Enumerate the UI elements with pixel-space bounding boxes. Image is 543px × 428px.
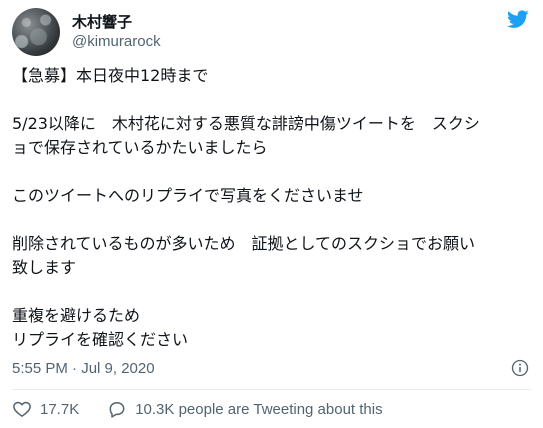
like-button[interactable]: 17.7K <box>12 399 79 419</box>
tweet-text: 【急募】本日夜中12時まで 5/23以降に 木村花に対する悪質な誹謗中傷ツイート… <box>12 64 530 352</box>
tweet-card: 木村響子 @kimurarock 【急募】本日夜中12時まで 5/23以降に 木… <box>0 0 543 428</box>
tweet-actions: 17.7K 10.3K people are Tweeting about th… <box>12 398 531 420</box>
speech-bubble-icon <box>109 402 125 418</box>
tweet-line: ョで保存されているかたいましたら <box>12 138 268 157</box>
tweeting-about-text: 10.3K people are Tweeting about this <box>135 400 383 418</box>
tweet-line: リプライを確認ください <box>12 330 189 349</box>
twitter-bird-icon[interactable] <box>505 8 531 30</box>
tweet-line: 【急募】本日夜中12時まで <box>12 66 209 85</box>
author-display-name[interactable]: 木村響子 <box>72 12 161 32</box>
avatar[interactable] <box>12 8 60 56</box>
tweet-line: このツイートへのリプライで写真をくださいませ <box>12 186 364 205</box>
tweet-meta: 5:55 PM · Jul 9, 2020 <box>12 358 531 380</box>
info-circle-icon[interactable] <box>511 359 529 377</box>
reply-button[interactable]: 10.3K people are Tweeting about this <box>107 399 383 419</box>
divider <box>12 389 531 390</box>
author-block[interactable]: 木村響子 @kimurarock <box>72 12 161 52</box>
heart-icon <box>13 401 31 417</box>
tweet-line: 重複を避けるため <box>12 306 141 325</box>
tweet-line: 5/23以降に 木村花に対する悪質な誹謗中傷ツイートを スクシ <box>12 114 480 133</box>
timestamp-link[interactable]: 5:55 PM · Jul 9, 2020 <box>12 360 155 377</box>
tweet-line: 削除されているものが多いため 証拠としてのスクショでお願い <box>12 234 476 253</box>
author-handle[interactable]: @kimurarock <box>72 32 161 52</box>
like-count: 17.7K <box>40 400 80 418</box>
tweet-header: 木村響子 @kimurarock <box>12 8 531 56</box>
tweet-line: 致します <box>12 258 77 277</box>
